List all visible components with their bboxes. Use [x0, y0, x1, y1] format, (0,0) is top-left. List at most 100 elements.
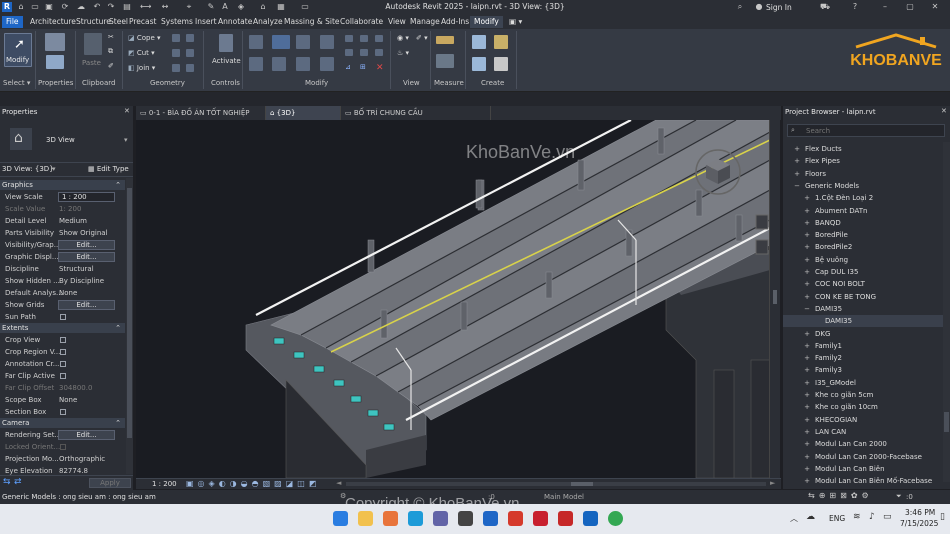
section-header-camera[interactable]: Camera ⌃ — [0, 418, 125, 428]
browser-tree-item[interactable]: + DKG — [783, 328, 943, 340]
browser-tree-item[interactable]: − Generic Models — [783, 180, 943, 192]
sign-in-link[interactable]: Sign In — [766, 3, 792, 12]
rotate-icon[interactable] — [296, 57, 310, 71]
browser-tree-item[interactable]: + BANQD — [783, 217, 943, 229]
browser-tree-item[interactable]: + Khe co giãn 5cm — [783, 389, 943, 401]
expand-icon[interactable]: + — [803, 389, 811, 401]
collapse-icon[interactable]: − — [793, 180, 801, 192]
align-icon[interactable] — [249, 35, 263, 49]
design-option-selector[interactable]: Main Model — [544, 493, 584, 501]
battery-icon[interactable]: ▭ — [883, 512, 892, 522]
modify-button[interactable]: ➚ Modify — [4, 33, 32, 67]
edit-button[interactable]: Edit... — [58, 252, 115, 262]
expand-icon[interactable]: + — [803, 254, 811, 266]
measure-tool-icon[interactable] — [436, 36, 454, 44]
expand-icon[interactable]: + — [803, 475, 811, 487]
browser-tree-item[interactable]: + Modul Lan Can Biên Mố-Facebase — [783, 475, 943, 487]
language-indicator[interactable]: ENG — [829, 514, 845, 523]
mirror-axis-icon[interactable] — [296, 35, 310, 49]
teams-icon[interactable] — [433, 511, 448, 526]
cut-clipboard-icon[interactable]: ✂ — [108, 33, 114, 41]
property-checkbox[interactable] — [60, 373, 66, 379]
hide-icon[interactable]: ◉ ▾ — [397, 34, 409, 42]
properties-help-icon[interactable]: ⇆ — [3, 477, 11, 487]
viewport-vertical-scrollbar[interactable] — [770, 120, 780, 478]
expand-icon[interactable]: + — [803, 463, 811, 475]
browser-tree-item[interactable]: + Cap DUL I35 — [783, 266, 943, 278]
trim-icon[interactable] — [320, 57, 334, 71]
paint-icon[interactable] — [186, 49, 194, 57]
browser-tree-item[interactable]: + Flex Pipes — [783, 155, 943, 167]
browser-tree-item[interactable]: DAMI35 — [783, 315, 943, 328]
cut-button[interactable]: ◩ Cut ▾ — [128, 49, 155, 57]
expand-icon[interactable]: + — [803, 401, 811, 413]
expand-icon[interactable]: + — [793, 143, 801, 155]
browser-tree-item[interactable]: + LAN CAN — [783, 426, 943, 438]
browser-tree-item[interactable]: + Khe co giãn 10cm — [783, 401, 943, 413]
file-explorer-icon[interactable] — [358, 511, 373, 526]
view-tab[interactable]: ⌂ {3D} — [266, 106, 341, 120]
browser-tree-item[interactable]: − DAMI35 — [783, 303, 943, 315]
view-scale-field[interactable]: 1 : 200 — [58, 192, 115, 202]
chrome-icon[interactable] — [608, 511, 623, 526]
expand-icon[interactable]: + — [803, 192, 811, 204]
view-instance-selector[interactable]: 3D View: {3D} — [2, 165, 54, 173]
browser-tree-item[interactable]: +1.Cột Đèn Loại 2 — [783, 192, 943, 204]
expand-icon[interactable]: + — [803, 241, 811, 253]
join-button[interactable]: ◧ Join ▾ — [128, 64, 155, 72]
acrobat-icon[interactable] — [558, 511, 573, 526]
property-checkbox[interactable] — [60, 409, 66, 415]
view-control-icons[interactable]: ▣◎◈◐◑◒◓▧▨◪◫◩ — [186, 479, 320, 488]
edit-type-button[interactable]: ▦ Edit Type — [88, 165, 129, 173]
section-header-graphics[interactable]: Graphics ⌃ — [0, 180, 125, 190]
menu-tab-precast[interactable]: Precast — [125, 16, 161, 28]
property-checkbox[interactable] — [60, 361, 66, 367]
browser-tree-item[interactable]: + Family1 — [783, 340, 943, 352]
browser-tree-item[interactable]: + COC NOI BOLT — [783, 278, 943, 290]
bridge-3d-model[interactable]: KhoBanVe.vn — [136, 120, 770, 478]
create-parts-icon[interactable] — [494, 35, 508, 49]
menu-tab-modify[interactable]: Modify — [470, 16, 503, 28]
expand-icon[interactable]: + — [793, 155, 801, 167]
create-assembly-icon[interactable] — [472, 35, 486, 49]
collapse-icon[interactable]: − — [803, 303, 811, 315]
edit-button[interactable]: Edit... — [58, 300, 115, 310]
browser-tree-item[interactable]: + Flex Ducts — [783, 143, 943, 155]
expand-icon[interactable]: + — [803, 217, 811, 229]
mirror-line-icon[interactable] — [320, 35, 334, 49]
split-icon[interactable] — [345, 35, 353, 42]
browser-tree-item[interactable]: + Modul Lan Can Biên — [783, 463, 943, 475]
section-header-extents[interactable]: Extents ⌃ — [0, 323, 125, 333]
expand-icon[interactable]: + — [803, 352, 811, 364]
expand-icon[interactable]: + — [803, 340, 811, 352]
remove-paint-icon[interactable] — [186, 64, 194, 72]
browser-tree-item[interactable]: + KHECOGIAN — [783, 414, 943, 426]
copy-icon[interactable]: ⧉ — [108, 47, 113, 56]
expand-icon[interactable]: + — [803, 451, 811, 463]
dimension-tool-icon[interactable] — [436, 54, 454, 68]
select-group-label[interactable]: Select ▾ — [3, 79, 30, 87]
user-icon[interactable]: ● — [754, 2, 764, 12]
browser-tree-item[interactable]: + Family2 — [783, 352, 943, 364]
selection-filter-icons[interactable]: ⇆⊕⊞⊠✿⚙ — [808, 491, 873, 500]
zalo-icon[interactable] — [483, 511, 498, 526]
property-value[interactable]: None — [59, 287, 77, 299]
help-icon[interactable]: ? — [850, 2, 860, 12]
expand-icon[interactable]: + — [803, 438, 811, 450]
apply-button[interactable]: Apply — [89, 478, 131, 488]
paste-icon[interactable] — [84, 33, 102, 55]
lightbulb-icon[interactable]: ♨ ▾ — [397, 49, 409, 57]
property-value[interactable]: By Discipline — [59, 275, 104, 287]
3d-viewport[interactable]: KhoBanVe.vn — [136, 120, 770, 478]
windows-start-icon[interactable] — [333, 511, 348, 526]
wps-icon[interactable] — [508, 511, 523, 526]
cart-icon[interactable]: ⛟ — [820, 2, 830, 12]
array-grid-icon[interactable]: ⊞ — [360, 63, 366, 71]
trim-extend-icon[interactable]: ⊿ — [345, 63, 351, 71]
browser-tree-item[interactable]: + Bệ vuông — [783, 254, 943, 266]
beam-join-icon[interactable] — [172, 49, 180, 57]
view-selector-chevron-icon[interactable]: ▾ — [52, 165, 56, 173]
properties-close-icon[interactable]: ✕ — [124, 107, 130, 115]
clock-date[interactable]: 7/15/2025 — [900, 519, 938, 528]
wifi-icon[interactable]: ≋ — [853, 512, 861, 522]
